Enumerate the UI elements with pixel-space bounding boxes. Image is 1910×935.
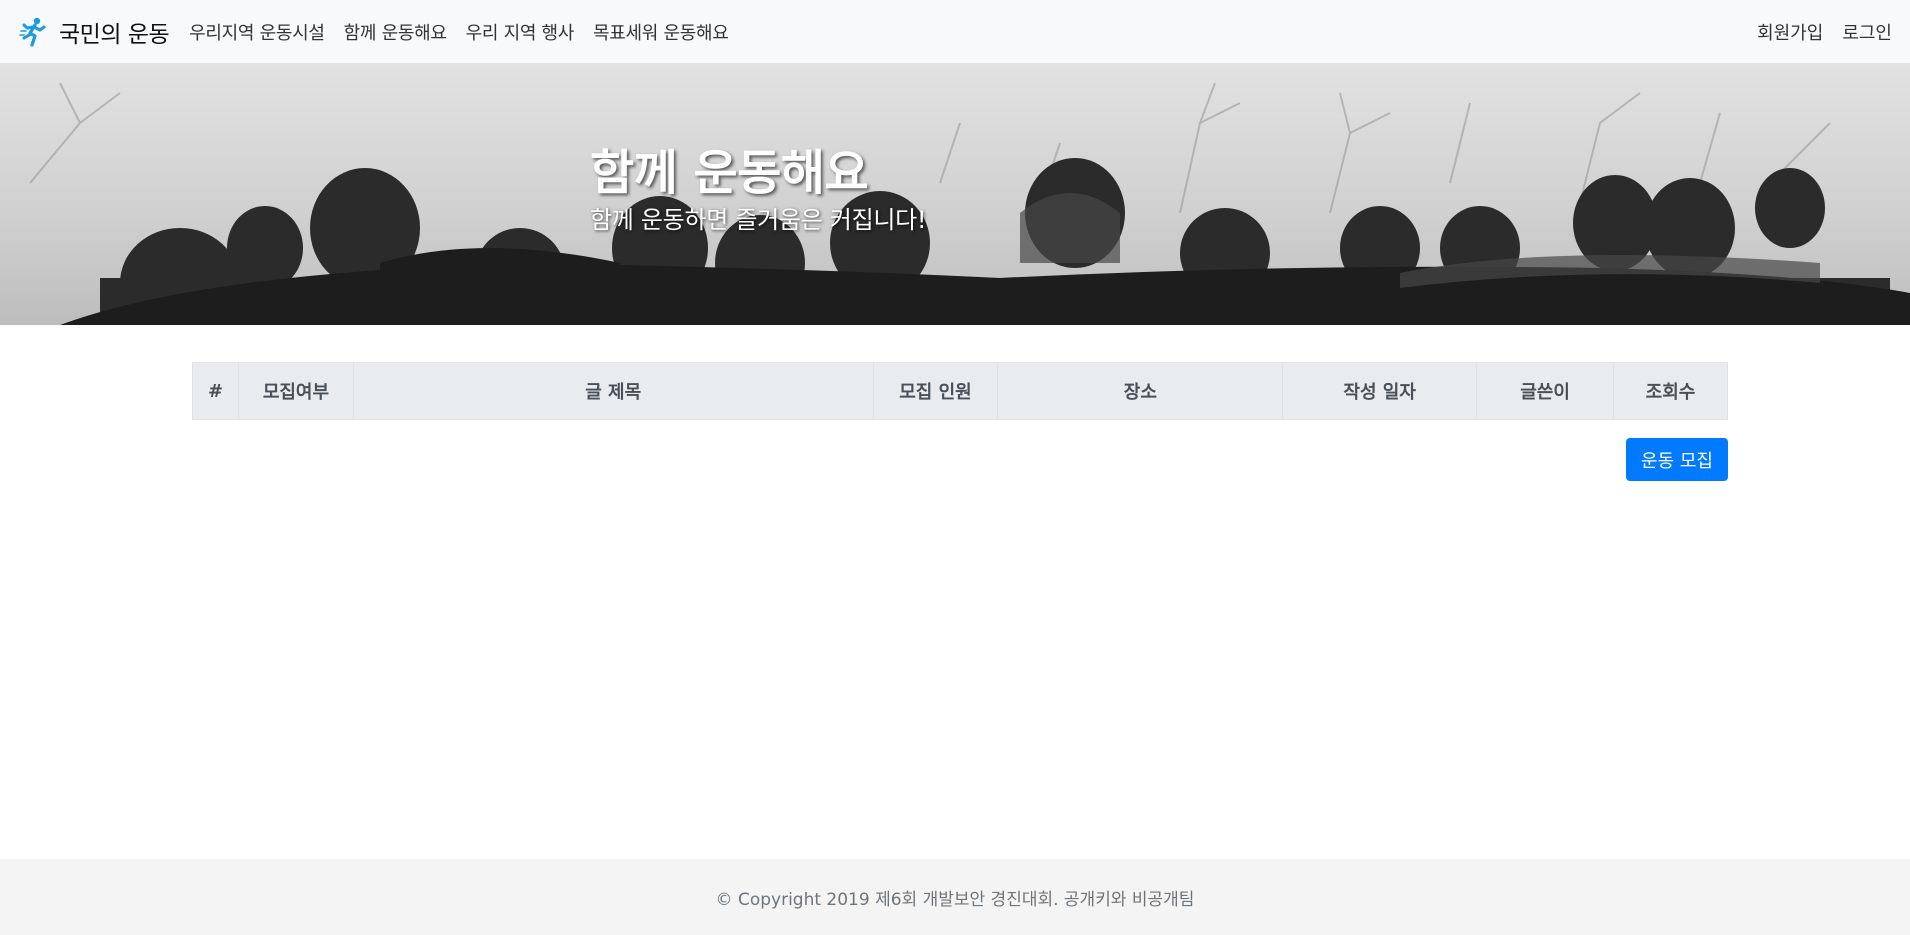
col-header-location: 장소 [997,362,1284,420]
copyright-text: © Copyright 2019 제6회 개발보안 경진대회. 공개키와 비공개… [715,889,1195,910]
col-header-views: 조회수 [1613,362,1728,420]
user-nav: 회원가입 로그인 [1738,19,1892,45]
hero-title: 함께 운동해요 [590,145,869,201]
col-header-recruit-status: 모집여부 [237,362,354,420]
col-header-title: 글 제목 [352,362,874,420]
col-header-headcount: 모집 인원 [872,362,999,420]
board-content: # 모집여부 글 제목 모집 인원 장소 작성 일자 글쓴이 조회수 운동 모집 [192,362,1728,481]
running-person-icon [19,17,46,47]
top-navbar: 국민의 운동 우리지역 운동시설 함께 운동해요 우리 지역 행사 목표세워 운… [0,0,1910,63]
page-footer: © Copyright 2019 제6회 개발보안 경진대회. 공개키와 비공개… [0,859,1910,935]
recruit-exercise-button[interactable]: 운동 모집 [1626,438,1728,481]
team-huddle-background-image [0,63,1910,325]
nav-link-goal-exercise[interactable]: 목표세워 운동해요 [593,19,729,45]
recruit-board-table: # 모집여부 글 제목 모집 인원 장소 작성 일자 글쓴이 조회수 [192,362,1728,420]
hero-banner: 함께 운동해요 함께 운동하면 즐거움은 커집니다! [0,63,1910,325]
col-header-number: # [192,362,239,420]
brand-link[interactable]: 국민의 운동 [18,15,170,49]
nav-link-exercise-together[interactable]: 함께 운동해요 [344,19,447,45]
nav-link-local-events[interactable]: 우리 지역 행사 [466,19,575,45]
hero-subtitle: 함께 운동하면 즐거움은 커집니다! [590,206,927,234]
main-nav: 우리지역 운동시설 함께 운동해요 우리 지역 행사 목표세워 운동해요 [189,19,747,45]
nav-link-facilities[interactable]: 우리지역 운동시설 [189,19,325,45]
board-actions: 운동 모집 [192,438,1728,481]
col-header-author: 글쓴이 [1476,362,1615,420]
signup-link[interactable]: 회원가입 [1757,19,1823,45]
table-header-row: # 모집여부 글 제목 모집 인원 장소 작성 일자 글쓴이 조회수 [192,362,1728,420]
login-link[interactable]: 로그인 [1842,19,1892,45]
brand-name: 국민의 운동 [59,21,170,48]
col-header-date: 작성 일자 [1282,362,1478,420]
